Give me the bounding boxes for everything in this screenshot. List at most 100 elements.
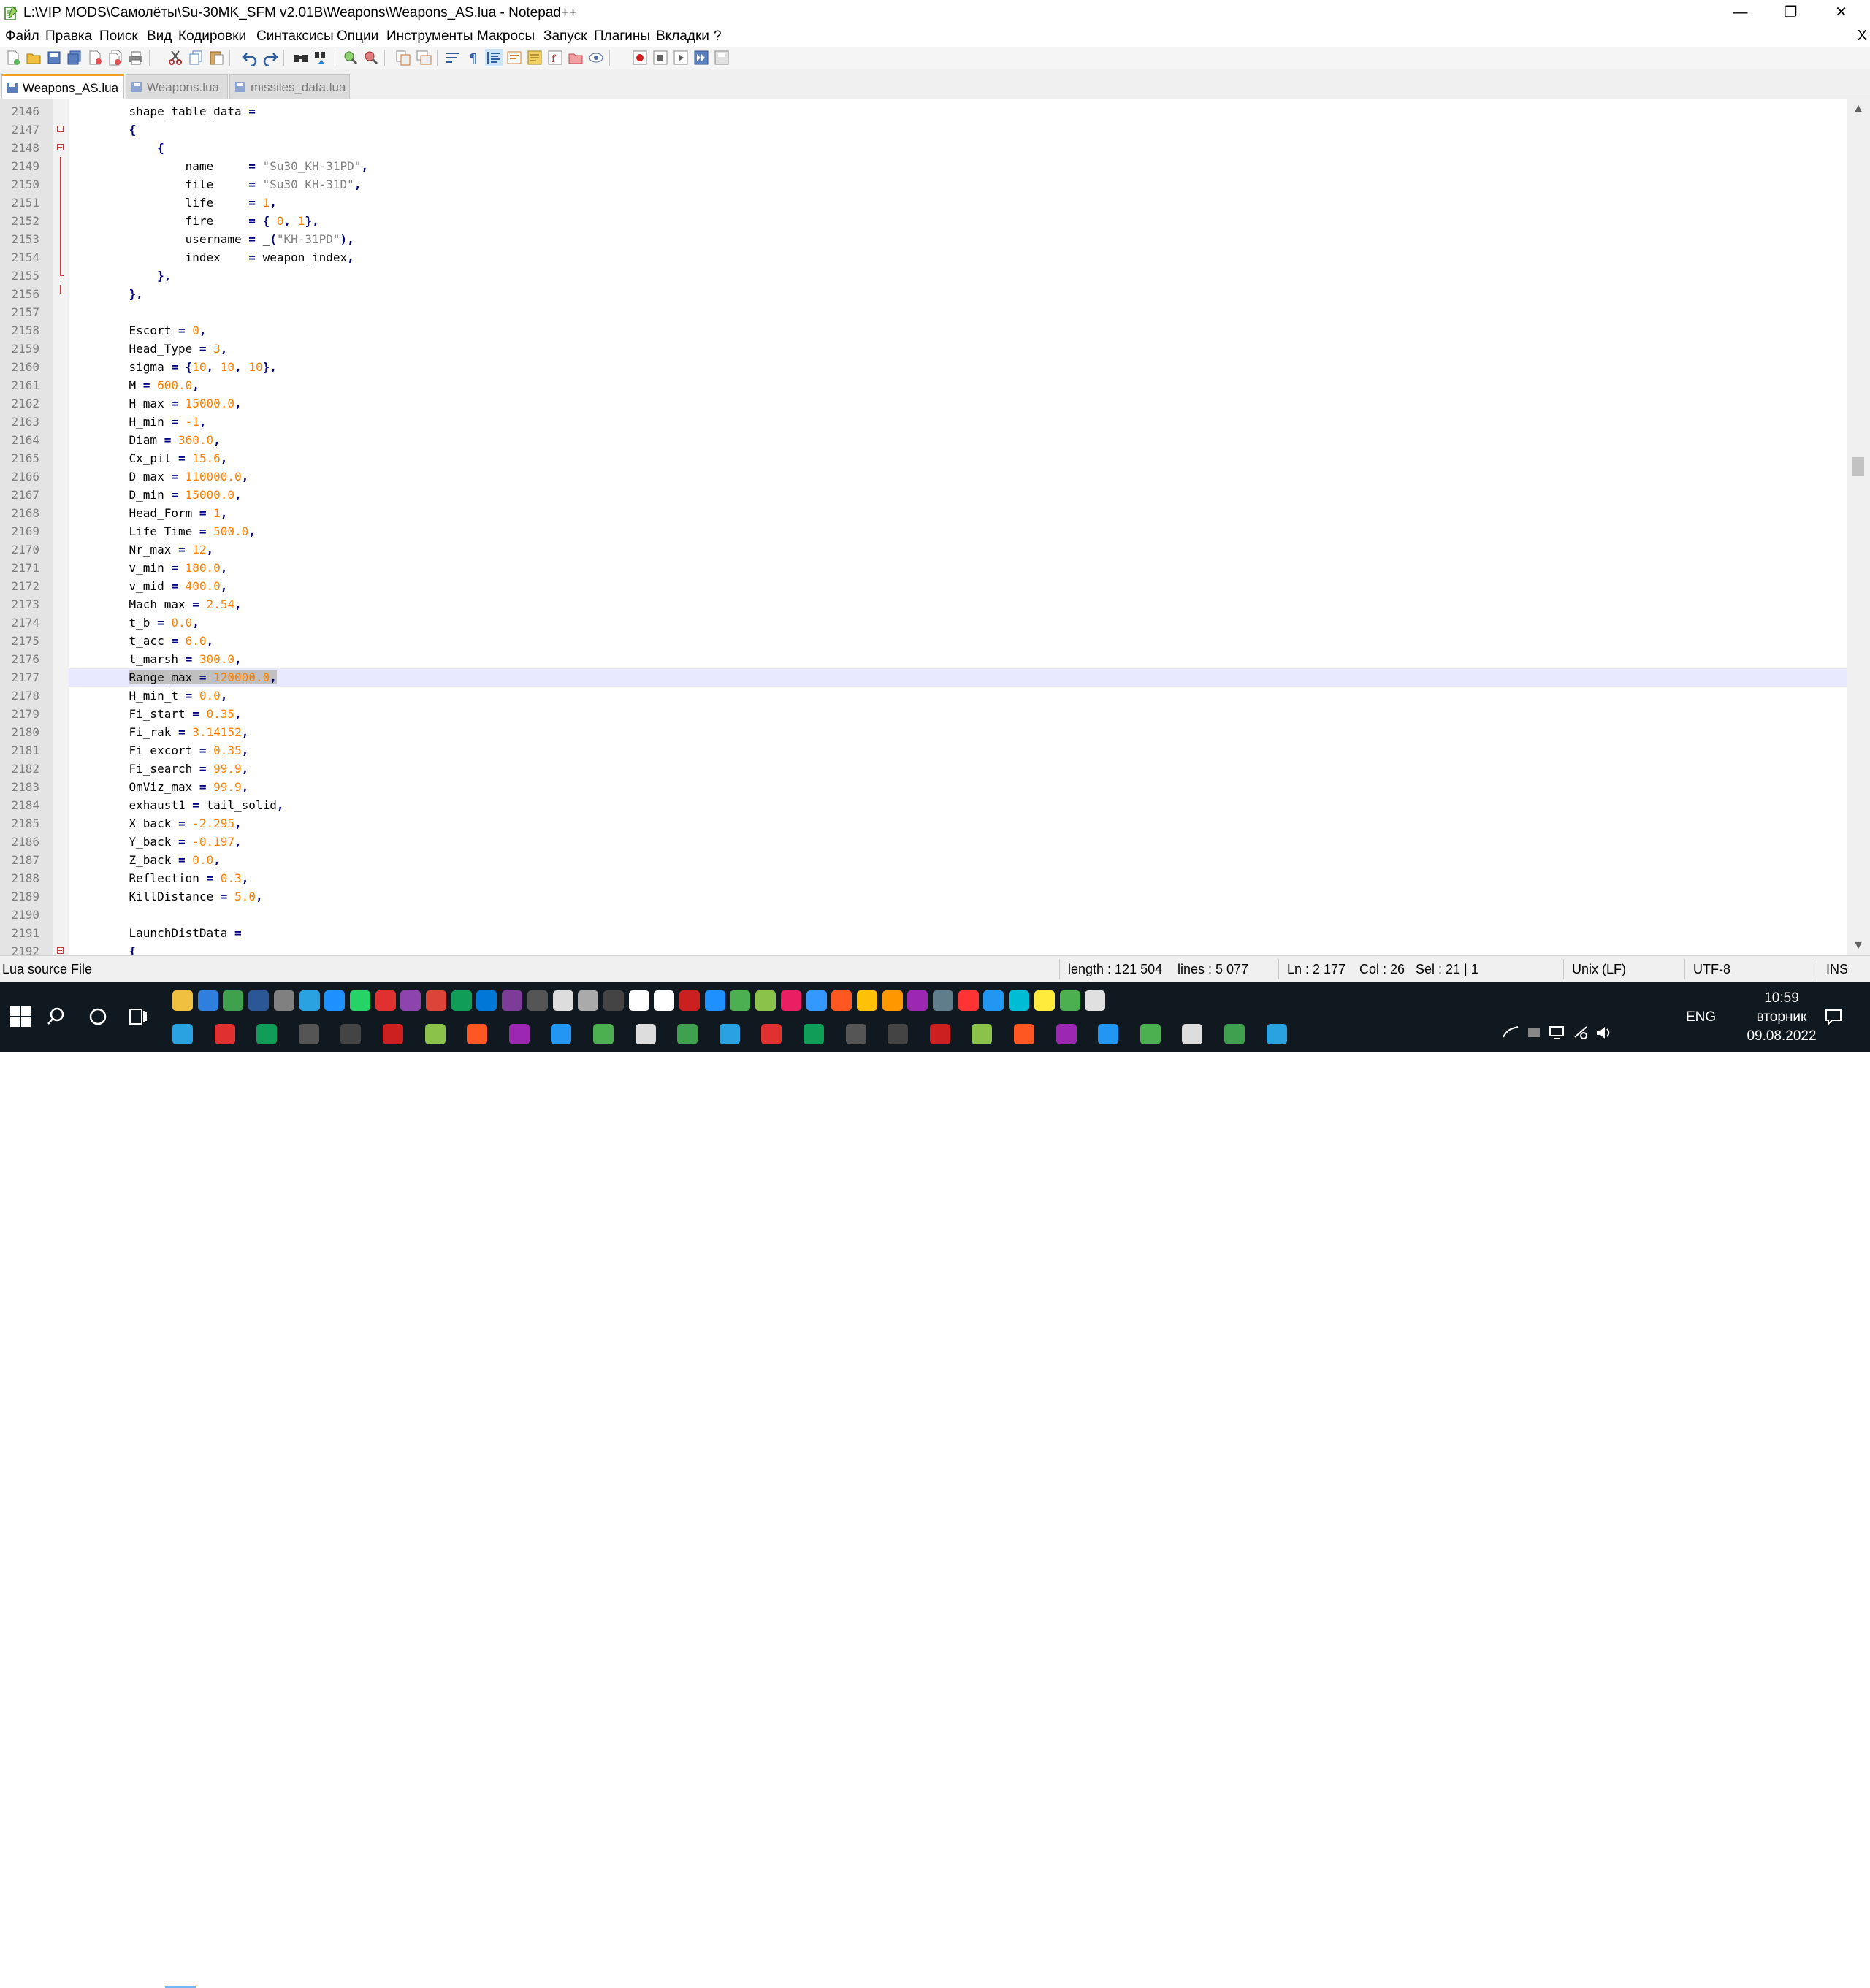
document-map-icon[interactable] [526, 49, 543, 66]
pinned-app-icon[interactable] [705, 990, 725, 1011]
pinned-app-icon[interactable] [215, 1024, 235, 1044]
save-macro-icon[interactable] [713, 49, 730, 66]
code-line[interactable]: 2152 fire = { 0, 1}, [11, 212, 1847, 230]
menu-options[interactable]: Опции [337, 28, 378, 45]
vertical-scrollbar[interactable]: ▲ ▼ [1847, 99, 1870, 955]
new-file-icon[interactable] [4, 49, 22, 66]
scroll-down-icon[interactable]: ▼ [1847, 936, 1870, 955]
menu-tabs[interactable]: Вкладки [656, 28, 709, 45]
pinned-app-icon[interactable] [882, 990, 903, 1011]
pinned-app-icon[interactable] [502, 990, 522, 1011]
code-line[interactable]: 2186 Y_back = -0.197, [11, 833, 1847, 851]
pinned-app-icon[interactable] [603, 990, 624, 1011]
code-line[interactable]: 2177 Range_max = 120000.0, [11, 668, 1847, 687]
pinned-app-icon[interactable] [375, 990, 396, 1011]
pinned-app-icon[interactable] [1085, 990, 1105, 1011]
menu-file[interactable]: Файл [5, 28, 39, 45]
code-line[interactable]: 2165 Cx_pil = 15.6, [11, 449, 1847, 467]
pinned-app-icon[interactable] [831, 990, 852, 1011]
zoom-in-icon[interactable] [342, 49, 359, 66]
record-macro-icon[interactable] [631, 49, 649, 66]
code-line[interactable]: 2166 D_max = 110000.0, [11, 467, 1847, 486]
pinned-app-icon[interactable] [857, 990, 877, 1011]
menu-search[interactable]: Поиск [99, 28, 138, 45]
code-line[interactable]: 2157 [11, 303, 1847, 321]
code-line[interactable]: 2169 Life_Time = 500.0, [11, 522, 1847, 540]
pinned-app-icon[interactable] [553, 990, 573, 1011]
pinned-app-icon[interactable] [1009, 990, 1029, 1011]
tray-icon[interactable] [1524, 1022, 1544, 1043]
tab-missiles-data[interactable]: missiles_data.lua [229, 74, 350, 99]
code-line[interactable]: 2156 }, [11, 285, 1847, 303]
input-language[interactable]: ENG [1686, 1009, 1716, 1025]
folder-as-workspace-icon[interactable] [567, 49, 584, 66]
code-editor[interactable]: 2146 shape_table_data = 2147 {2148 {2149 … [0, 99, 1870, 955]
pinned-app-icon[interactable] [804, 1024, 824, 1044]
pinned-app-icon[interactable] [223, 990, 243, 1011]
clock-date[interactable]: 09.08.2022 [1741, 1028, 1822, 1044]
pinned-app-icon[interactable] [299, 1024, 319, 1044]
zoom-out-icon[interactable] [362, 49, 380, 66]
code-line[interactable]: 2178 H_min_t = 0.0, [11, 687, 1847, 705]
code-line[interactable]: 2185 X_back = -2.295, [11, 814, 1847, 833]
pinned-app-icon[interactable] [1224, 1024, 1245, 1044]
pinned-app-icon[interactable] [400, 990, 421, 1011]
pinned-app-icon[interactable] [933, 990, 953, 1011]
code-line[interactable]: 2160 sigma = {10, 10, 10}, [11, 358, 1847, 376]
pinned-app-icon[interactable] [509, 1024, 530, 1044]
pinned-app-icon[interactable] [299, 990, 320, 1011]
copy-icon[interactable] [187, 49, 205, 66]
code-line[interactable]: 2164 Diam = 360.0, [11, 431, 1847, 449]
close-all-icon[interactable] [107, 49, 124, 66]
code-line[interactable]: 2161 M = 600.0, [11, 376, 1847, 394]
tab-weapons[interactable]: Weapons.lua [126, 74, 228, 99]
pinned-app-icon[interactable] [425, 1024, 446, 1044]
scrollbar-thumb[interactable] [1852, 457, 1864, 476]
pinned-app-icon[interactable] [383, 1024, 403, 1044]
menu-tools[interactable]: Инструменты [386, 28, 473, 45]
code-line[interactable]: 2191 LaunchDistData = [11, 924, 1847, 942]
code-line[interactable]: 2187 Z_back = 0.0, [11, 851, 1847, 869]
clock-time[interactable]: 10:59 [1741, 990, 1822, 1006]
save-icon[interactable] [45, 49, 63, 66]
run-macro-multiple-icon[interactable] [692, 49, 710, 66]
pinned-app-icon[interactable] [1098, 1024, 1118, 1044]
word-wrap-icon[interactable] [444, 49, 462, 66]
pinned-app-icon[interactable] [274, 990, 294, 1011]
pinned-app-icon[interactable] [1056, 1024, 1077, 1044]
code-line[interactable]: 2181 Fi_excort = 0.35, [11, 741, 1847, 760]
menu-view[interactable]: Вид [147, 28, 172, 45]
pinned-app-icon[interactable] [198, 990, 218, 1011]
code-line[interactable]: 2179 Fi_start = 0.35, [11, 705, 1847, 723]
code-line[interactable]: 2184 exhaust1 = tail_solid, [11, 796, 1847, 814]
code-line[interactable]: 2188 Reflection = 0.3, [11, 869, 1847, 887]
status-eol[interactable]: Unix (LF) [1572, 962, 1626, 977]
pinned-app-icon[interactable] [983, 990, 1004, 1011]
clock-weekday[interactable]: вторник [1741, 1009, 1822, 1025]
code-line[interactable]: 2158 Escort = 0, [11, 321, 1847, 340]
fold-collapse-icon[interactable] [57, 947, 64, 954]
pinned-app-icon[interactable] [781, 990, 801, 1011]
pinned-app-icon[interactable] [761, 1024, 782, 1044]
pinned-app-icon[interactable] [340, 1024, 361, 1044]
open-file-icon[interactable] [25, 49, 42, 66]
code-line[interactable]: 2154 index = weapon_index, [11, 248, 1847, 267]
pinned-app-icon[interactable] [172, 1024, 193, 1044]
code-line[interactable]: 2173 Mach_max = 2.54, [11, 595, 1847, 613]
playback-macro-icon[interactable] [672, 49, 690, 66]
code-line[interactable]: 2180 Fi_rak = 3.14152, [11, 723, 1847, 741]
pinned-app-icon[interactable] [476, 990, 497, 1011]
pinned-app-icon[interactable] [1267, 1024, 1287, 1044]
pinned-app-icon[interactable] [888, 1024, 908, 1044]
code-line[interactable]: 2155 }, [11, 267, 1847, 285]
status-encoding[interactable]: UTF-8 [1693, 962, 1730, 977]
menu-macros[interactable]: Макросы [477, 28, 535, 45]
pinned-app-icon[interactable] [1034, 990, 1055, 1011]
pinned-app-icon[interactable] [636, 1024, 656, 1044]
pinned-app-icon[interactable] [720, 1024, 740, 1044]
pinned-app-icon[interactable] [1182, 1024, 1202, 1044]
network-disconnected-icon[interactable] [1571, 1022, 1591, 1043]
monitoring-icon[interactable] [587, 49, 605, 66]
pinned-app-icon[interactable] [324, 990, 345, 1011]
code-line[interactable]: 2146 shape_table_data = [11, 102, 1847, 121]
